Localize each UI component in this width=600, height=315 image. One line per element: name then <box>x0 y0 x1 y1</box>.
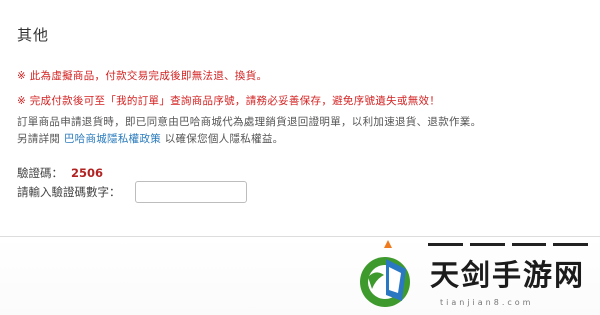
watermark-brand-text: 天剑手游网 <box>430 258 586 292</box>
virtual-item-notice: ※ 此為虛擬商品，付款交易完成後即無法退、換貨。 <box>17 70 268 82</box>
privacy-policy-link[interactable]: 巴哈商城隱私權政策 <box>64 133 161 145</box>
section-title: 其他 <box>17 26 50 44</box>
captcha-code: 2506 <box>71 166 104 180</box>
dash-segment <box>428 243 463 246</box>
dash-line-decoration <box>428 243 588 249</box>
orange-triangle-icon <box>384 240 392 248</box>
dash-segment <box>553 243 588 246</box>
privacy-prefix: 另請詳閱 <box>17 133 61 145</box>
watermark-domain-text: tianjian8.com <box>440 298 534 307</box>
captcha-label: 驗證碼： <box>17 166 63 180</box>
watermark-logo-icon <box>360 257 410 307</box>
captcha-input[interactable] <box>135 181 247 203</box>
return-policy-text: 訂單商品申請退貨時，即已同意由巴哈商城代為處理銷貨退回證明單，以利加速退貨、退款… <box>17 116 482 128</box>
dash-segment <box>511 243 547 246</box>
serial-number-notice: ※ 完成付款後可至「我的訂單」查詢商品序號，請務必妥善保存，避免序號遺失或無效！ <box>17 95 441 107</box>
dash-segment <box>469 243 505 246</box>
captcha-input-label: 請輸入驗證碼數字： <box>17 185 121 199</box>
checkout-other-section: 其他 ※ 此為虛擬商品，付款交易完成後即無法退、換貨。 ※ 完成付款後可至「我的… <box>0 0 600 315</box>
captcha-display: 驗證碼： 2506 <box>17 165 103 181</box>
privacy-suffix: 以確保您個人隱私權益。 <box>164 133 284 145</box>
privacy-policy-text: 另請詳閱 巴哈商城隱私權政策 以確保您個人隱私權益。 <box>17 131 284 146</box>
